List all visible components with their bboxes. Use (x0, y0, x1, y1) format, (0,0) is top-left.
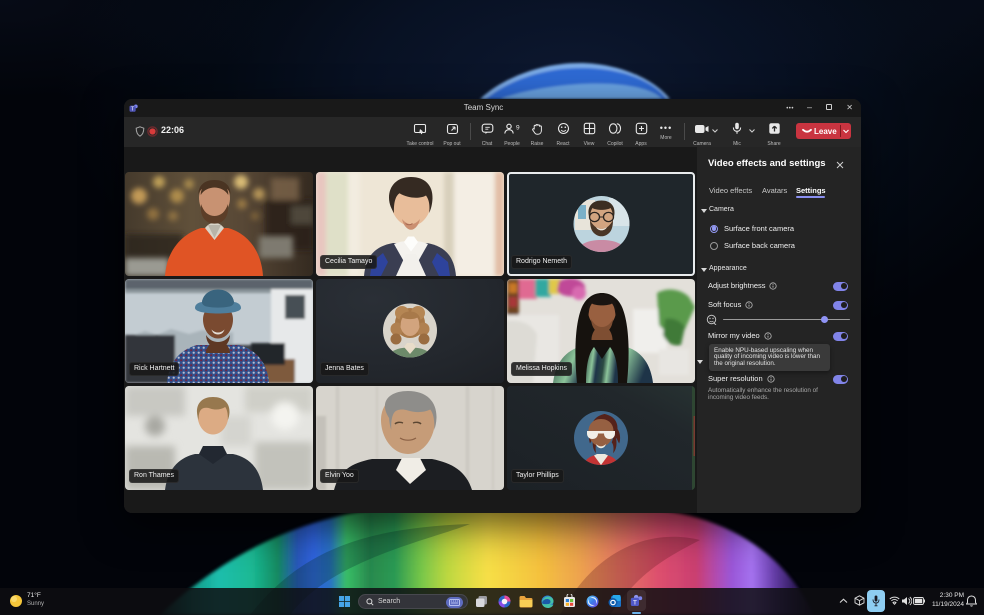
svg-text:T: T (633, 599, 637, 606)
svg-text:9: 9 (516, 125, 520, 132)
